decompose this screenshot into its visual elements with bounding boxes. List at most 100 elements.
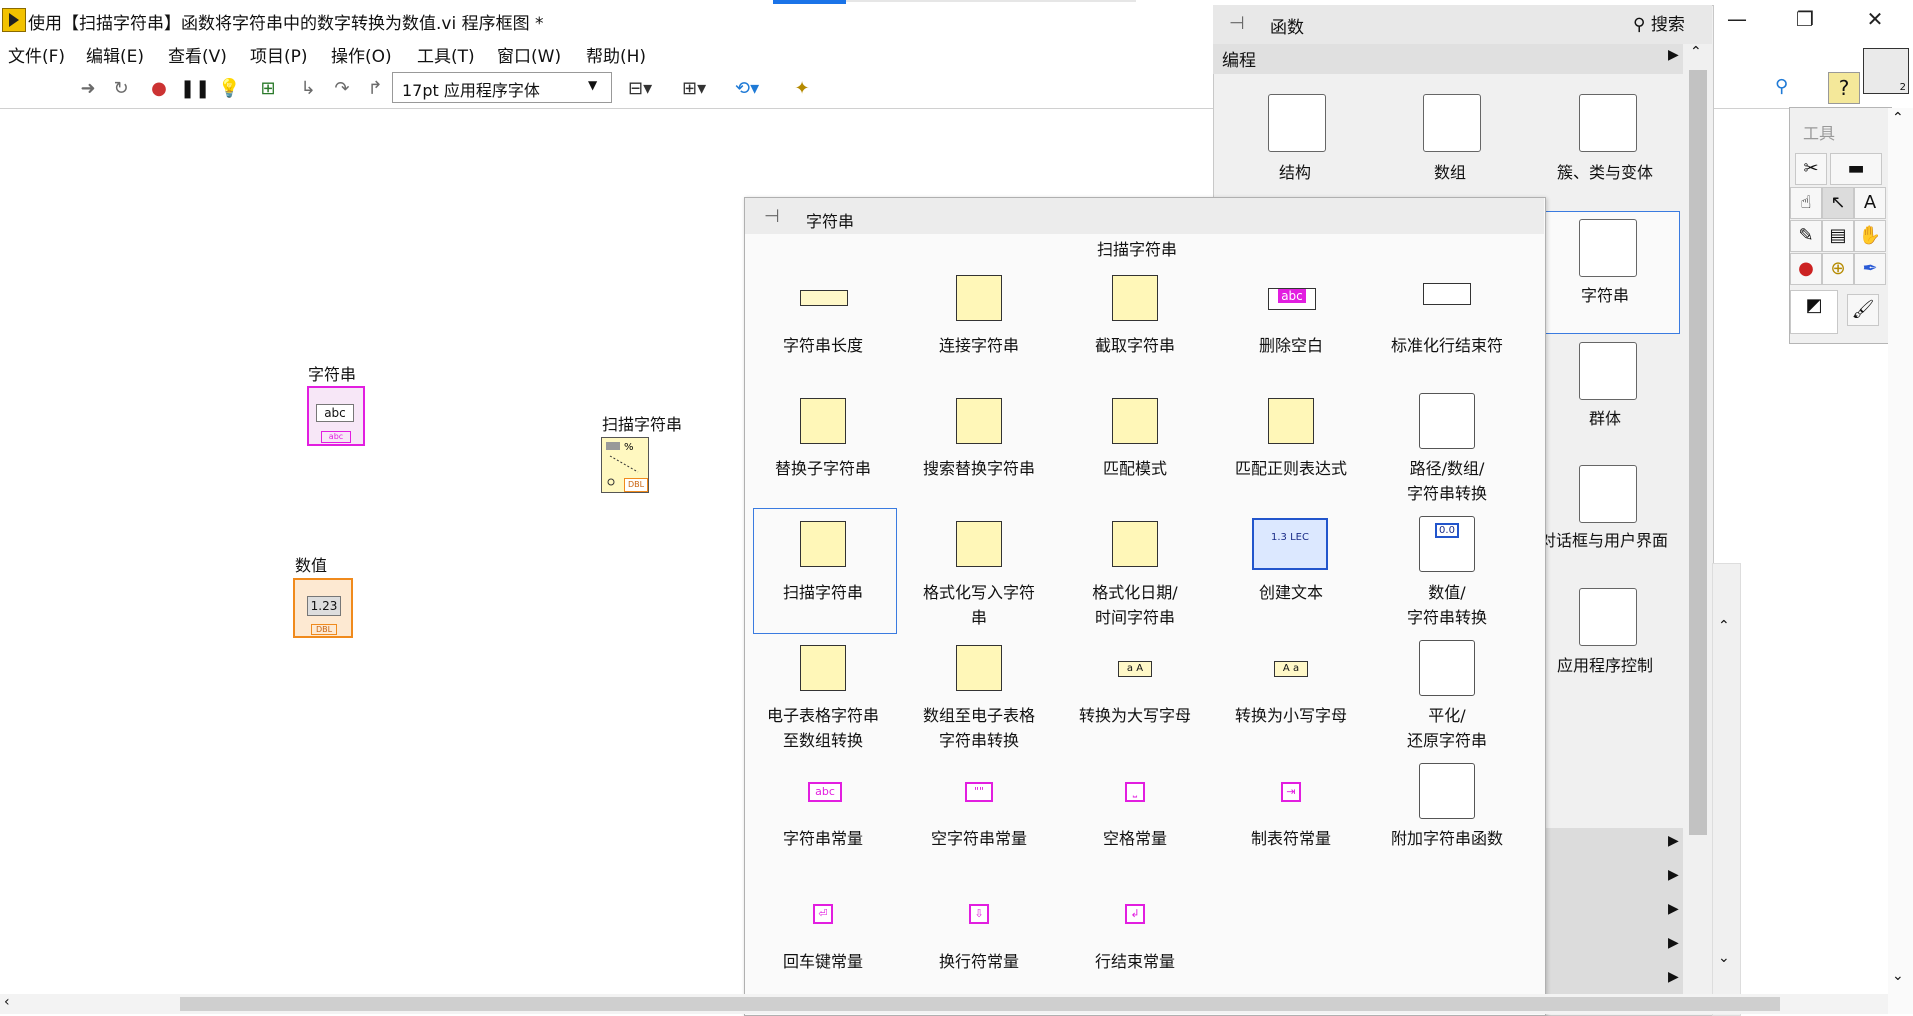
color-picker-icon[interactable]: ✒ bbox=[1854, 253, 1886, 285]
reorder-icon[interactable]: ⟲▾ bbox=[735, 78, 759, 100]
retain-wire-icon[interactable]: ⊞ bbox=[257, 78, 279, 100]
step-into-icon[interactable]: ↳ bbox=[297, 78, 319, 100]
category-structures[interactable]: 结构 bbox=[1220, 159, 1370, 183]
search-button[interactable]: ⚲ 搜索 bbox=[1633, 10, 1701, 35]
trim-whitespace-icon[interactable]: abc bbox=[1268, 288, 1316, 310]
empty-string-constant-icon[interactable]: "" bbox=[965, 782, 993, 802]
scroll-up-icon[interactable]: ⌃ bbox=[1718, 618, 1730, 634]
concatenate-icon[interactable] bbox=[956, 275, 1002, 321]
category-app-control[interactable]: 应用程序控制 bbox=[1530, 652, 1680, 676]
chevron-down-icon[interactable]: ▼ bbox=[588, 78, 597, 92]
auto-select-icon[interactable]: ▬ bbox=[1830, 153, 1882, 185]
to-lower-icon[interactable]: A a bbox=[1274, 661, 1308, 677]
number-terminal[interactable]: 1.23 DBL bbox=[293, 578, 353, 638]
wiring-tool-icon[interactable]: ✎ bbox=[1790, 220, 1822, 252]
match-regex-icon[interactable] bbox=[1268, 398, 1314, 444]
number-string-conversion-icon[interactable]: 0.0 bbox=[1419, 516, 1475, 572]
run-arrow-icon[interactable]: ➜ bbox=[77, 78, 99, 100]
scroll-hand-icon[interactable]: ✋ bbox=[1854, 220, 1886, 252]
operate-hand-icon[interactable]: ☝ bbox=[1790, 187, 1822, 219]
fn-space-constant[interactable]: 空格常量 bbox=[1057, 826, 1213, 851]
fn-spreadsheet-to-array[interactable]: 电子表格字符串 bbox=[745, 703, 901, 728]
fn-string-constant[interactable]: 字符串常量 bbox=[745, 826, 901, 851]
menu-window[interactable]: 窗口(W) bbox=[497, 42, 561, 67]
fn-format-date-time-2[interactable]: 时间字符串 bbox=[1057, 605, 1213, 630]
fn-flatten-unflatten[interactable]: 平化/ bbox=[1369, 703, 1525, 728]
expand-arrow-icon[interactable]: ▶ bbox=[1668, 969, 1679, 985]
fn-path-array-string-2[interactable]: 字符串转换 bbox=[1369, 481, 1525, 506]
text-tool-icon[interactable]: A bbox=[1854, 187, 1886, 219]
format-date-time-icon[interactable] bbox=[1112, 521, 1158, 567]
vi-icon[interactable]: 2 bbox=[1863, 48, 1909, 94]
menu-help[interactable]: 帮助(H) bbox=[586, 42, 646, 67]
fn-to-upper[interactable]: 转换为大写字母 bbox=[1057, 703, 1213, 728]
line-feed-constant-icon[interactable]: ⇩ bbox=[969, 904, 989, 924]
run-continuous-icon[interactable]: ↻ bbox=[110, 78, 132, 100]
collections-icon[interactable] bbox=[1579, 342, 1637, 400]
eol-constant-icon[interactable]: ↲ bbox=[1125, 904, 1145, 924]
functions-palette-scroll-thumb[interactable] bbox=[1689, 70, 1707, 835]
fn-number-string-conversion-2[interactable]: 字符串转换 bbox=[1369, 605, 1525, 630]
flatten-unflatten-icon[interactable] bbox=[1419, 640, 1475, 696]
fn-trim-whitespace[interactable]: 删除空白 bbox=[1213, 333, 1369, 358]
menu-project[interactable]: 项目(P) bbox=[250, 42, 308, 67]
fn-match-pattern[interactable]: 匹配模式 bbox=[1057, 456, 1213, 481]
distribute-icon[interactable]: ⊞▾ bbox=[682, 78, 706, 100]
fn-number-string-conversion[interactable]: 数值/ bbox=[1369, 580, 1525, 605]
fn-empty-string-constant[interactable]: 空字符串常量 bbox=[901, 826, 1057, 851]
fn-eol-constant[interactable]: 行结束常量 bbox=[1057, 949, 1213, 974]
fn-line-feed-constant[interactable]: 换行符常量 bbox=[901, 949, 1057, 974]
auto-tool-icon[interactable]: ✂ bbox=[1795, 153, 1827, 185]
string-subset-icon[interactable] bbox=[1112, 275, 1158, 321]
breakpoint-icon[interactable]: ● bbox=[1790, 253, 1822, 285]
fn-spreadsheet-to-array-2[interactable]: 至数组转换 bbox=[745, 728, 901, 753]
fn-flatten-unflatten-2[interactable]: 还原字符串 bbox=[1369, 728, 1525, 753]
app-control-icon[interactable] bbox=[1579, 588, 1637, 646]
array-icon[interactable] bbox=[1423, 94, 1481, 152]
fn-format-into-string[interactable]: 格式化写入字符 bbox=[901, 580, 1057, 605]
pointer-tool-icon[interactable]: ↖ bbox=[1822, 187, 1854, 219]
scan-string-icon[interactable] bbox=[800, 521, 846, 567]
dialog-ui-icon[interactable] bbox=[1579, 465, 1637, 523]
category-array[interactable]: 数组 bbox=[1375, 159, 1525, 183]
scroll-up-icon[interactable]: ⌃ bbox=[1690, 44, 1702, 60]
fn-path-array-string[interactable]: 路径/数组/ bbox=[1369, 456, 1525, 481]
scroll-left-icon[interactable]: ‹ bbox=[4, 994, 10, 1010]
to-upper-icon[interactable]: a A bbox=[1118, 661, 1152, 677]
fn-array-to-spreadsheet-2[interactable]: 字符串转换 bbox=[901, 728, 1057, 753]
fn-carriage-return-constant[interactable]: 回车键常量 bbox=[745, 949, 901, 974]
fn-string-subset[interactable]: 截取字符串 bbox=[1057, 333, 1213, 358]
scan-string-node[interactable]: % DBL bbox=[601, 437, 649, 493]
probe-icon[interactable]: ⊕ bbox=[1822, 253, 1854, 285]
menu-view[interactable]: 查看(V) bbox=[168, 42, 227, 67]
menu-operate[interactable]: 操作(O) bbox=[331, 42, 392, 67]
space-constant-icon[interactable]: ⎵ bbox=[1125, 782, 1145, 802]
color-swatch-icon[interactable]: ◩ bbox=[1790, 290, 1838, 334]
fn-normalize-eol[interactable]: 标准化行结束符 bbox=[1369, 333, 1525, 358]
category-string[interactable]: 字符串 bbox=[1530, 282, 1680, 306]
shortcut-menu-icon[interactable]: ▤ bbox=[1822, 220, 1854, 252]
menu-edit[interactable]: 编辑(E) bbox=[86, 42, 144, 67]
fn-string-length[interactable]: 字符串长度 bbox=[745, 333, 901, 358]
horizontal-scroll-thumb[interactable] bbox=[180, 997, 1780, 1011]
fn-scan-string[interactable]: 扫描字符串 bbox=[745, 580, 901, 605]
build-text-icon[interactable]: 1.3 LEC bbox=[1252, 518, 1328, 570]
align-icon[interactable]: ⊟▾ bbox=[628, 78, 652, 100]
menu-tools[interactable]: 工具(T) bbox=[417, 42, 475, 67]
search-replace-icon[interactable] bbox=[956, 398, 1002, 444]
fn-format-into-string-2[interactable]: 串 bbox=[901, 605, 1057, 630]
context-help-icon[interactable]: ? bbox=[1828, 72, 1860, 104]
cleanup-icon[interactable]: ✦ bbox=[791, 78, 813, 100]
menu-file[interactable]: 文件(F) bbox=[8, 42, 65, 67]
string-category-icon[interactable] bbox=[1579, 219, 1637, 277]
minimize-button[interactable]: — bbox=[1709, 0, 1765, 37]
search-icon[interactable]: ⚲ bbox=[1775, 76, 1788, 97]
paint-brush-icon[interactable]: 🖌 bbox=[1847, 294, 1879, 326]
expand-arrow-icon[interactable]: ▶ bbox=[1668, 935, 1679, 951]
fn-search-replace[interactable]: 搜索替换字符串 bbox=[901, 456, 1057, 481]
path-array-string-icon[interactable] bbox=[1419, 393, 1475, 449]
close-button[interactable]: ✕ bbox=[1847, 0, 1903, 37]
fn-tab-constant[interactable]: 制表符常量 bbox=[1213, 826, 1369, 851]
string-terminal[interactable]: abc abc bbox=[307, 386, 365, 446]
expand-arrow-icon[interactable]: ▶ bbox=[1668, 47, 1679, 63]
